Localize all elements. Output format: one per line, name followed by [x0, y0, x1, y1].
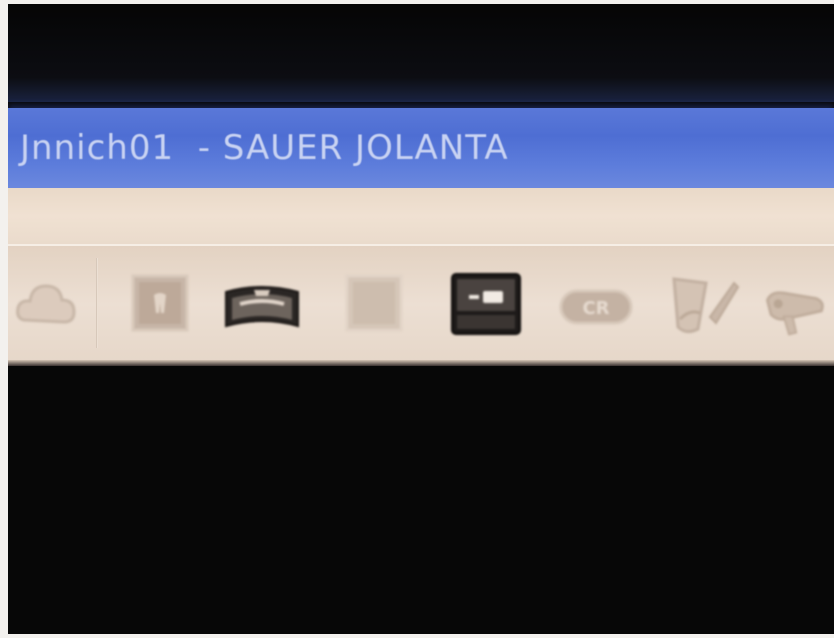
toolbar-separator — [96, 258, 98, 348]
draw-tool-icon[interactable] — [666, 268, 740, 344]
monitor-screen: Jnnich01 - SAUER JOLANTA CR — [8, 4, 834, 634]
cloud-icon[interactable] — [14, 268, 78, 340]
window-titlebar[interactable]: Jnnich01 - SAUER JOLANTA — [8, 108, 834, 188]
blank-image-icon[interactable] — [342, 270, 406, 336]
menu-bar — [8, 188, 834, 244]
toolbar: CR — [8, 244, 834, 362]
cr-plate-icon[interactable]: CR — [556, 282, 636, 332]
toolbar-bottom-edge — [8, 360, 834, 366]
window-title: Jnnich01 - SAUER JOLANTA — [20, 128, 509, 168]
screen-dark-area-top — [8, 4, 834, 102]
intraoral-camera-icon[interactable] — [762, 276, 834, 346]
sensor-icon[interactable] — [448, 268, 524, 340]
tooth-image-icon[interactable] — [128, 270, 192, 336]
svg-text:CR: CR — [582, 298, 609, 319]
photo-background: Jnnich01 - SAUER JOLANTA CR — [0, 0, 834, 638]
panoramic-xray-icon[interactable] — [222, 276, 302, 334]
